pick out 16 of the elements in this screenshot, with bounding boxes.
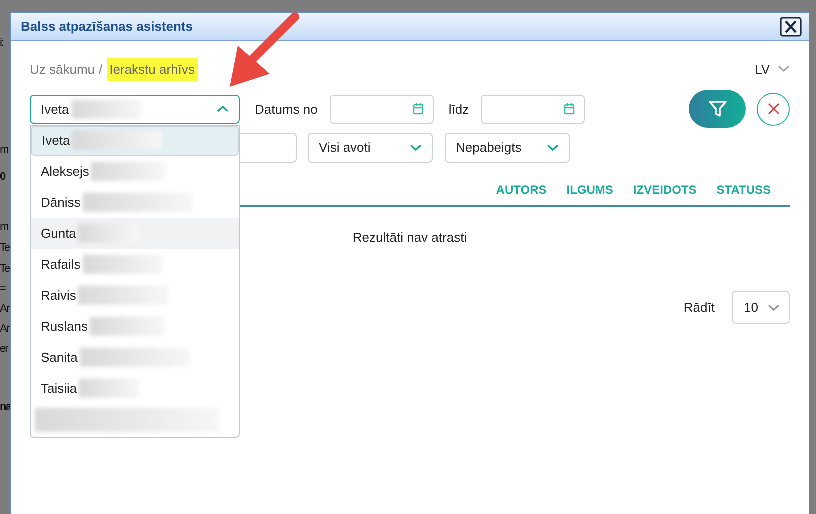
date-to-label: līdz	[448, 102, 470, 116]
page-size-label: Rādīt	[684, 300, 715, 315]
window-title: Balss atpazīšanas asistents	[21, 19, 193, 34]
background-text: m	[0, 144, 10, 157]
background-text: =	[0, 283, 7, 296]
background-text: Ar	[0, 303, 10, 316]
background-text: er	[0, 343, 10, 356]
background-text: Ar	[0, 323, 10, 336]
background-text: 0	[0, 171, 7, 184]
date-from-label: Datums no	[255, 102, 318, 116]
background-text: m	[0, 221, 10, 234]
background-text: Te	[0, 263, 10, 276]
breadcrumb-separator: /	[99, 62, 103, 76]
background-text: i:	[0, 37, 4, 50]
background-text: Te	[0, 242, 10, 255]
empty-message: Rezultāti nav atrasti	[352, 230, 468, 245]
